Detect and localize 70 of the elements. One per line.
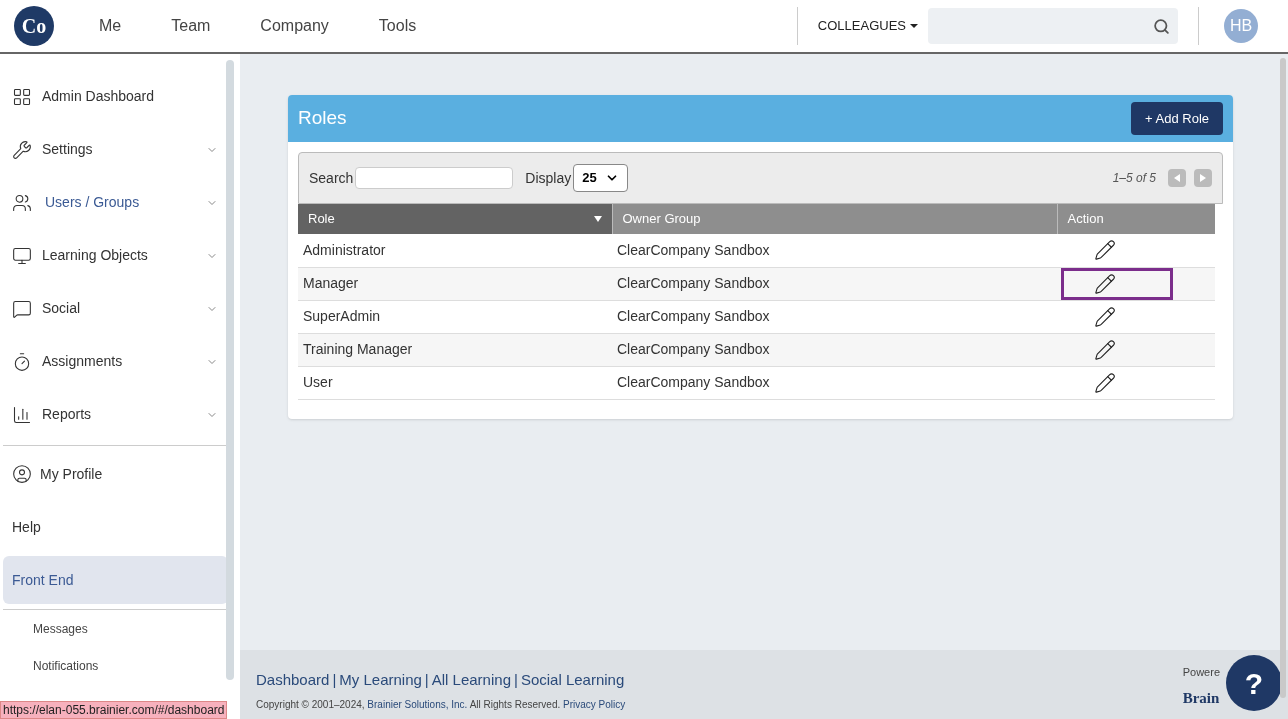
- edit-icon[interactable]: [1094, 239, 1116, 262]
- sidebar-item[interactable]: Help: [3, 503, 228, 551]
- footer-link[interactable]: My Learning: [339, 669, 422, 692]
- table-cell: Training Manager: [298, 333, 612, 366]
- table-cell: User: [298, 366, 612, 399]
- search-icon[interactable]: [1153, 17, 1170, 35]
- sidebar-subitem[interactable]: Messages: [33, 610, 228, 647]
- sidebar-item[interactable]: Admin Dashboard: [3, 70, 228, 123]
- copyright-holder-link[interactable]: Brainier Solutions, Inc.: [367, 698, 468, 710]
- monitor-icon: [12, 245, 32, 266]
- separator: |: [332, 670, 337, 690]
- footer-link[interactable]: Dashboard: [256, 669, 330, 692]
- table-cell: ClearCompany Sandbox: [612, 267, 1057, 300]
- table-cell: Administrator: [298, 234, 612, 267]
- copyright-text: Copyright © 2001–2024, Brainier Solutions, Inc. All Rights Reserved. Privacy Policy: [256, 697, 626, 712]
- nav-link[interactable]: Company: [260, 14, 329, 38]
- edit-icon[interactable]: [1094, 272, 1116, 295]
- logo[interactable]: Co: [14, 6, 54, 46]
- edit-icon[interactable]: [1094, 305, 1116, 328]
- table-cell: ClearCompany Sandbox: [612, 333, 1057, 366]
- display-label: Display: [525, 168, 572, 188]
- profile-icon: [12, 464, 32, 484]
- help-button[interactable]: ?: [1226, 655, 1282, 711]
- privacy-link[interactable]: Privacy Policy: [563, 698, 626, 710]
- sidebar-subitem[interactable]: Notifications: [33, 647, 228, 684]
- footer-link[interactable]: All Learning: [431, 669, 511, 692]
- timer-icon: [12, 351, 32, 372]
- separator: |: [424, 670, 429, 690]
- scrollbar[interactable]: [1280, 58, 1286, 698]
- colleagues-dropdown[interactable]: COLLEAGUES: [817, 16, 918, 36]
- status-url: https://elan-055.brainier.com/#/dashboard: [0, 701, 228, 719]
- edit-icon[interactable]: [1094, 371, 1116, 394]
- footer-link[interactable]: Social Learning: [520, 669, 625, 692]
- sidebar-item[interactable]: Assignments: [3, 335, 228, 388]
- sidebar-item[interactable]: Learning Objects: [3, 229, 228, 282]
- users-icon: [12, 192, 32, 213]
- sidebar-item[interactable]: Users / Groups: [3, 176, 228, 229]
- right-arrow-icon: [1200, 174, 1206, 182]
- powered-text: Powere: [1182, 665, 1220, 680]
- sort-icon: [593, 216, 602, 222]
- search-field[interactable]: [928, 8, 1178, 44]
- table-cell: ClearCompany Sandbox: [612, 300, 1057, 333]
- chat-icon: [12, 298, 32, 319]
- chart-icon: [12, 404, 32, 425]
- sidebar-item[interactable]: Social: [3, 282, 228, 335]
- card-title: Roles: [298, 106, 347, 131]
- nav-link[interactable]: Tools: [378, 14, 417, 38]
- sidebar-item[interactable]: Reports: [3, 388, 228, 441]
- sidebar-item[interactable]: My Profile: [3, 450, 228, 498]
- table-cell: ClearCompany Sandbox: [612, 366, 1057, 399]
- brand-logo: Brain: [1182, 688, 1220, 708]
- table-cell: SuperAdmin: [298, 300, 612, 333]
- tools-icon: [12, 139, 32, 160]
- left-arrow-icon: [1174, 174, 1180, 182]
- sidebar-item[interactable]: Settings: [3, 123, 228, 176]
- separator: |: [513, 670, 518, 690]
- table-cell: Manager: [298, 267, 612, 300]
- nav-link[interactable]: Me: [99, 14, 122, 38]
- pagination-text: 1–5 of 5: [1112, 170, 1156, 187]
- table-cell: ClearCompany Sandbox: [612, 234, 1057, 267]
- column-header[interactable]: Role: [298, 204, 612, 234]
- sidebar-item[interactable]: Front End: [3, 556, 228, 604]
- edit-icon[interactable]: [1094, 338, 1116, 361]
- search-input[interactable]: [355, 167, 514, 189]
- scrollbar[interactable]: [226, 60, 234, 680]
- search-label: Search: [309, 168, 354, 188]
- add-role-button[interactable]: + Add Role: [1131, 102, 1223, 135]
- nav-link[interactable]: Team: [171, 14, 211, 38]
- grid-icon: [12, 86, 32, 107]
- display-select[interactable]: 25: [573, 164, 629, 192]
